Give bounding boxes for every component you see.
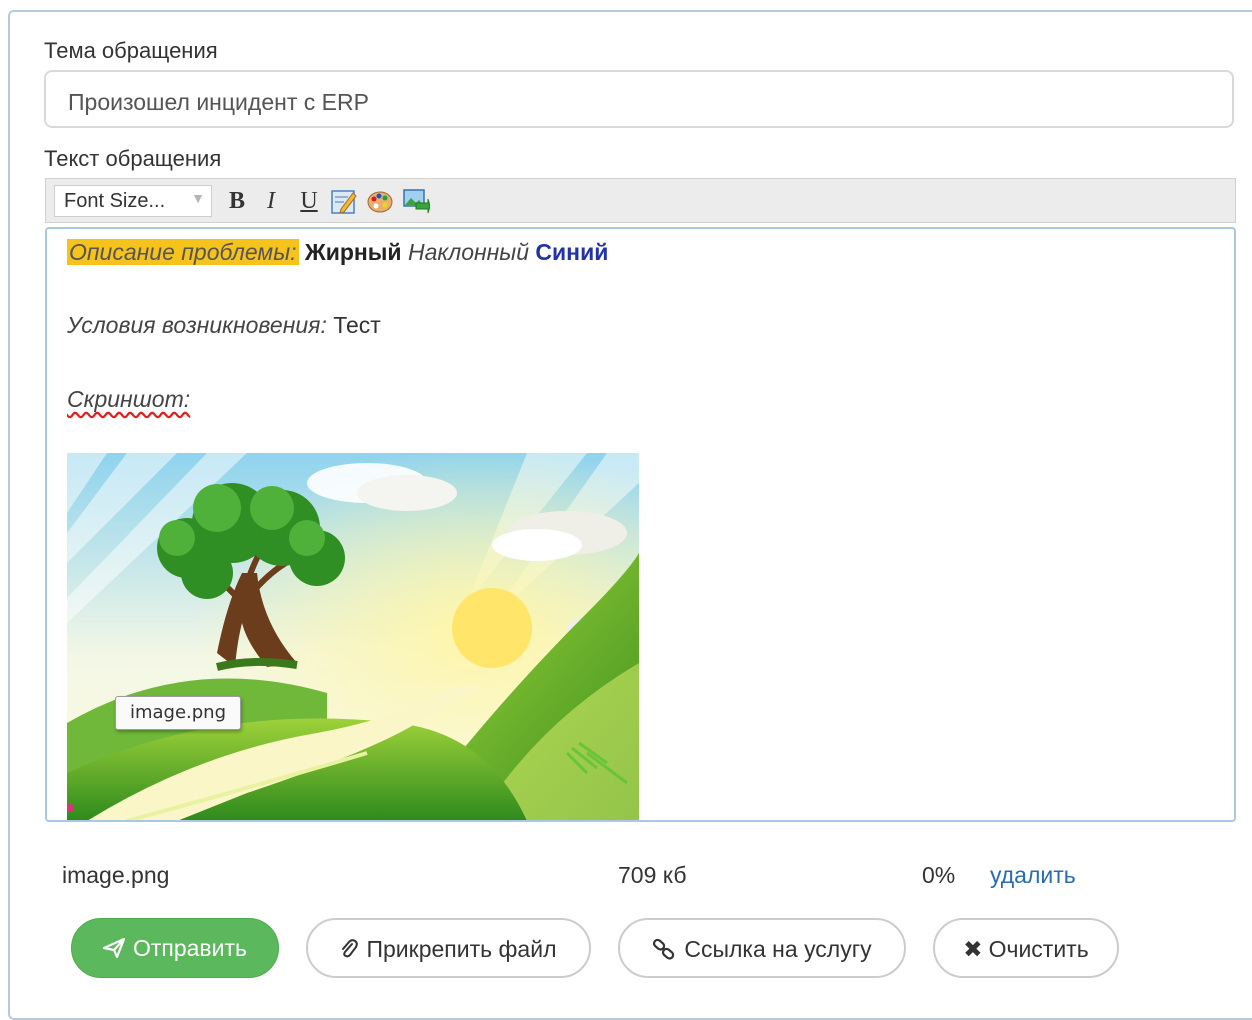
conditions-value: Тест [333,312,381,338]
attachment-name: image.png [62,862,170,888]
close-icon: ✖ [963,936,983,962]
italic-text: Наклонный [407,239,530,265]
attachment-progress: 0% [922,862,956,888]
font-size-select[interactable]: Font Size... ▼ [54,185,212,217]
send-button[interactable]: Отправить [71,918,279,978]
conditions-label: Условия возникновения: [67,312,327,338]
edit-icon[interactable] [330,187,358,215]
subject-input[interactable]: Произошел инцидент с ERP [44,70,1234,128]
problem-description-line: Описание проблемы: Жирный Наклонный Сини… [67,239,608,266]
font-size-label: Font Size... [64,190,166,212]
editor-toolbar: Font Size... ▼ B I U [45,178,1236,223]
chevron-down-icon: ▼ [191,190,205,206]
delete-attachment-link[interactable]: удалить [990,862,1076,889]
screenshot-label: Скриншот: [67,386,191,412]
subject-label: Тема обращения [44,38,218,63]
underline-button[interactable]: U [295,185,323,217]
send-label: Отправить [132,935,248,961]
italic-button[interactable]: I [257,185,285,217]
blue-text: Синий [535,239,609,265]
clear-label: Очистить [988,936,1089,962]
color-palette-icon[interactable] [366,187,394,215]
text-label: Текст обращения [44,146,222,171]
link-icon [652,920,676,978]
paperclip-icon [340,920,359,978]
clear-button[interactable]: ✖ Очистить [933,918,1119,978]
attach-file-button[interactable]: Прикрепить файл [306,918,591,978]
image-tooltip: image.png [115,696,241,730]
highlighted-text: Описание проблемы: [67,239,299,265]
bold-button[interactable]: B [223,185,251,217]
bold-text: Жирный [304,239,402,265]
attach-file-label: Прикрепить файл [366,936,557,962]
service-link-button[interactable]: Ссылка на услугу [618,918,906,978]
embedded-landscape-image[interactable] [67,453,639,821]
paper-plane-icon [102,919,126,977]
attachment-size: 709 кб [618,862,687,888]
conditions-line: Условия возникновения: Тест [67,312,381,339]
insert-image-icon[interactable] [402,187,430,215]
rich-text-editor[interactable]: Описание проблемы: Жирный Наклонный Сини… [45,227,1236,822]
service-link-label: Ссылка на услугу [684,936,872,962]
